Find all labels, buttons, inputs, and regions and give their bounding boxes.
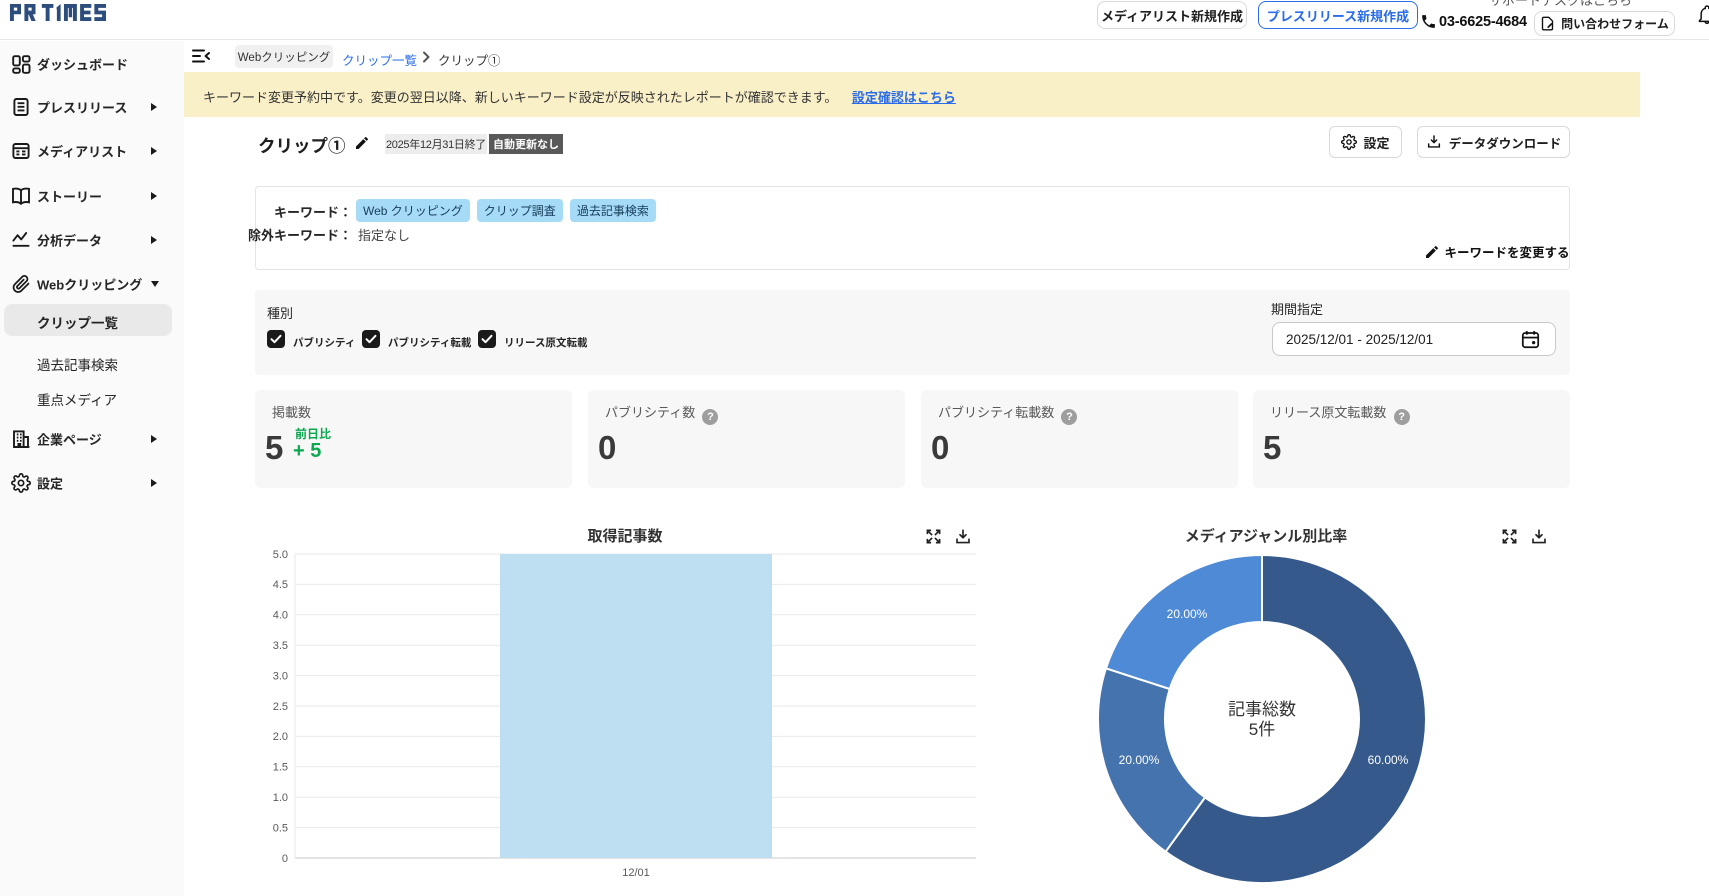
svg-text:記事総数: 記事総数 [1228,700,1296,719]
svg-text:1.5: 1.5 [273,762,288,774]
svg-text:0: 0 [282,853,288,865]
svg-text:60.00%: 60.00% [1368,753,1409,767]
svg-text:2.0: 2.0 [273,731,288,743]
svg-text:2.5: 2.5 [273,701,288,713]
svg-text:12/01: 12/01 [622,867,650,879]
svg-text:20.00%: 20.00% [1119,753,1160,767]
svg-text:20.00%: 20.00% [1167,607,1208,621]
svg-text:3.5: 3.5 [273,640,288,652]
svg-text:1.0: 1.0 [273,792,288,804]
svg-text:0.5: 0.5 [273,822,288,834]
svg-text:3.0: 3.0 [273,670,288,682]
svg-text:5.0: 5.0 [273,549,288,561]
svg-text:5件: 5件 [1249,720,1275,739]
svg-text:4.0: 4.0 [273,610,288,622]
svg-text:4.5: 4.5 [273,579,288,591]
